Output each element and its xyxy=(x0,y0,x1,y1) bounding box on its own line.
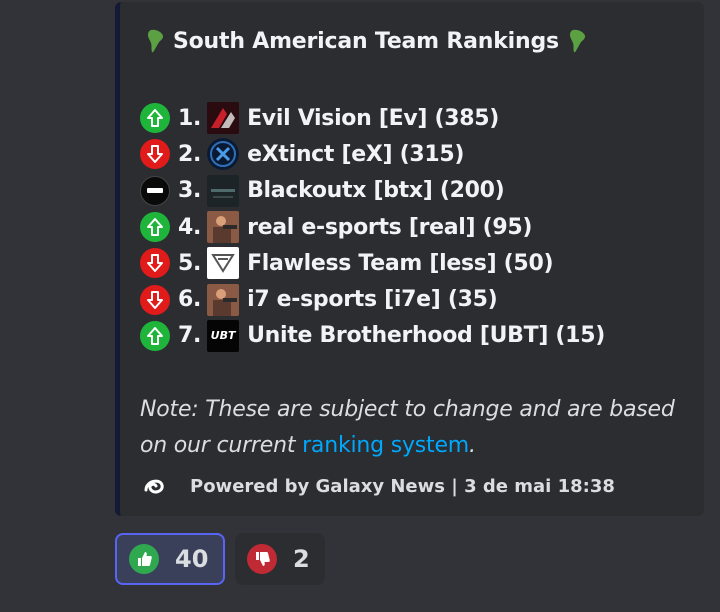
thumbs-up-icon xyxy=(129,544,159,574)
team-logo-icon xyxy=(207,283,240,316)
arrow-up-icon xyxy=(140,320,170,351)
arrow-down-icon xyxy=(140,139,170,170)
team-logo-icon xyxy=(207,247,240,280)
arrow-up-icon xyxy=(140,103,170,134)
footer-text: Powered by Galaxy News | 3 de mai 18:38 xyxy=(190,475,615,497)
ranking-position: 3. xyxy=(178,178,202,204)
reaction-count: 2 xyxy=(293,545,310,573)
embed-footer: Powered by Galaxy News | 3 de mai 18:38 xyxy=(140,472,615,500)
team-name: Blackoutx [btx] (200) xyxy=(247,178,505,204)
ranking-row: 2. eXtinct [eX] (315) xyxy=(140,136,605,172)
team-name: eXtinct [eX] (315) xyxy=(247,141,465,167)
ranking-position: 7. xyxy=(178,323,202,349)
embed-note: Note: These are subject to change and ar… xyxy=(140,392,680,464)
team-logo-icon xyxy=(207,211,240,244)
reaction-thumbs-up-button[interactable]: 40 xyxy=(115,533,225,585)
reactions-bar: 40 2 xyxy=(115,533,325,585)
arrow-up-icon xyxy=(140,212,170,243)
ranking-position: 5. xyxy=(178,250,202,276)
ranking-system-link[interactable]: ranking system xyxy=(302,433,469,458)
team-logo-icon xyxy=(207,138,240,171)
rankings-list: 1. Evil Vision [Ev] (385) 2. eXtinct [eX… xyxy=(140,100,605,354)
reaction-thumbs-down-button[interactable]: 2 xyxy=(235,533,325,585)
thumbs-down-icon xyxy=(247,544,277,574)
note-suffix: . xyxy=(469,433,476,458)
ranking-position: 6. xyxy=(178,287,202,313)
team-name: Evil Vision [Ev] (385) xyxy=(247,105,500,131)
embed-title: South American Team Rankings xyxy=(145,28,589,54)
ranking-position: 1. xyxy=(178,105,202,131)
team-name: Flawless Team [less] (50) xyxy=(247,250,554,276)
arrow-down-icon xyxy=(140,284,170,315)
team-name: Unite Brotherhood [UBT] (15) xyxy=(247,323,605,349)
galaxy-logo-icon xyxy=(140,472,168,500)
embed-title-text: South American Team Rankings xyxy=(173,28,559,54)
team-name: i7 e-sports [i7e] (35) xyxy=(247,287,498,313)
ranking-row: 5. Flawless Team [less] (50) xyxy=(140,245,605,281)
south-america-map-icon xyxy=(145,28,167,54)
ranking-position: 4. xyxy=(178,214,202,240)
ranking-row: 3. Blackoutx [btx] (200) xyxy=(140,173,605,209)
ranking-row: 7. UBT Unite Brotherhood [UBT] (15) xyxy=(140,318,605,354)
minus-icon xyxy=(140,175,170,206)
ranking-position: 2. xyxy=(178,141,202,167)
ranking-row: 6. i7 e-sports [i7e] (35) xyxy=(140,281,605,317)
team-name: real e-sports [real] (95) xyxy=(247,214,533,240)
team-logo-icon xyxy=(207,102,240,135)
ranking-row: 1. Evil Vision [Ev] (385) xyxy=(140,100,605,136)
team-logo-icon: UBT xyxy=(207,319,240,352)
team-logo-icon xyxy=(207,174,240,207)
ranking-row: 4. real e-sports [real] (95) xyxy=(140,209,605,245)
ubt-logo-text: UBT xyxy=(210,329,236,343)
reaction-count: 40 xyxy=(175,545,209,573)
arrow-down-icon xyxy=(140,248,170,279)
rankings-embed: South American Team Rankings 1. Evil Vis… xyxy=(115,2,704,516)
south-america-map-icon xyxy=(567,28,589,54)
